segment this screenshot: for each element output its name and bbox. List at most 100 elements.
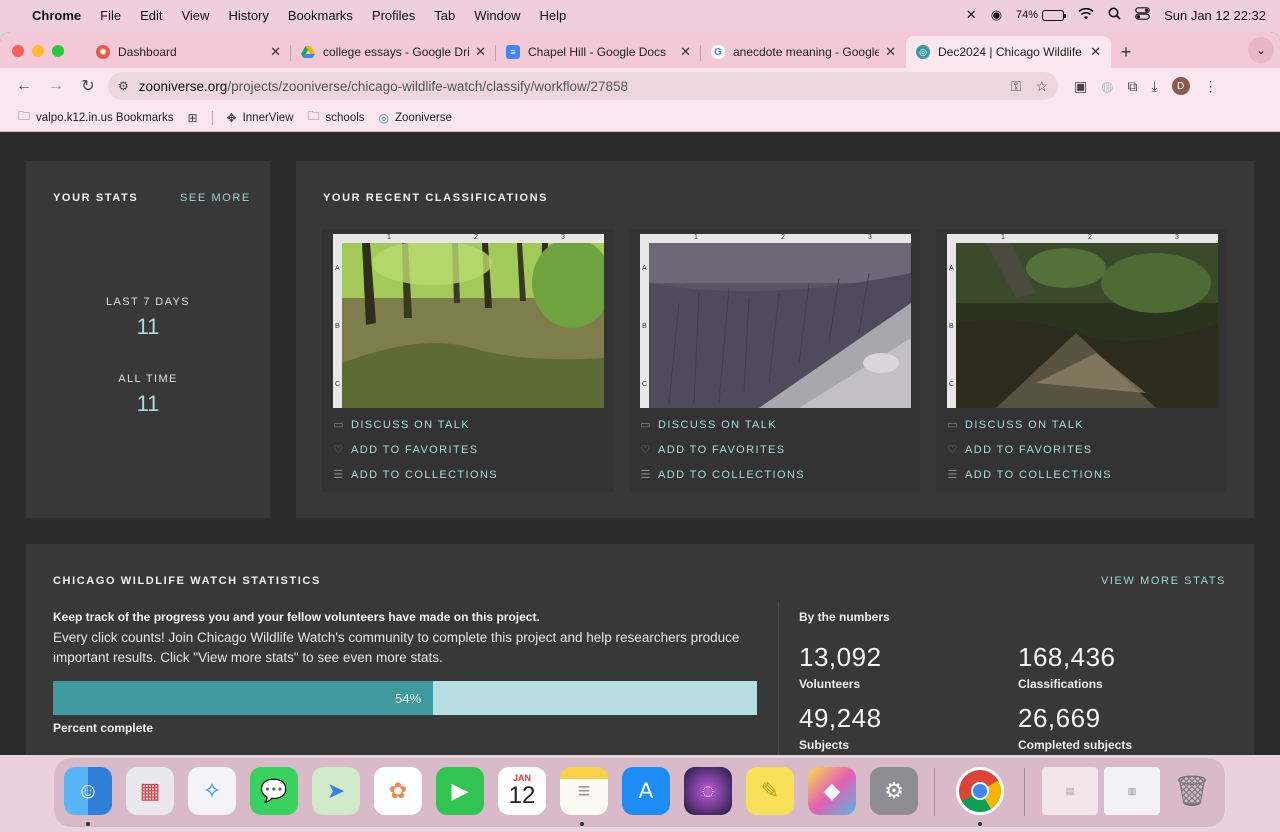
tab-search-button[interactable]: ⌄ [1248, 37, 1274, 63]
app-store-icon[interactable]: A [622, 767, 670, 815]
password-key-icon[interactable]: ⚿ [1011, 78, 1022, 95]
see-more-link[interactable]: SEE MORE [180, 192, 251, 204]
menu-bookmarks[interactable]: Bookmarks [288, 8, 353, 23]
maps-icon[interactable]: ➤ [312, 767, 360, 815]
tab-google-search[interactable]: G anecdote meaning - Google Search ✕ [701, 36, 906, 68]
menu-history[interactable]: History [228, 8, 268, 23]
tab-title: anecdote meaning - Google Search [733, 45, 880, 59]
menu-file[interactable]: File [100, 8, 121, 23]
extension-icon[interactable]: ▣ [1074, 78, 1087, 95]
close-tab-icon[interactable]: ✕ [680, 44, 691, 60]
freeform-icon[interactable]: ◆ [808, 767, 856, 815]
mute-icon[interactable]: ✕ [966, 7, 977, 23]
view-more-stats-link[interactable]: VIEW MORE STATS [1101, 575, 1226, 587]
minimized-window-thumbnail[interactable]: ▥ [1104, 767, 1160, 815]
system-settings-icon[interactable]: ⚙ [870, 767, 918, 815]
launchpad-icon[interactable]: ▦ [126, 767, 174, 815]
tab-google-drive[interactable]: college essays - Google Drive ✕ [291, 36, 496, 68]
bookmark-innerview[interactable]: ✥ InnerView [227, 111, 294, 125]
notes-icon[interactable]: ≡ [560, 767, 608, 815]
grid-row-labels: ABC [642, 265, 648, 388]
close-tab-icon[interactable]: ✕ [885, 44, 896, 60]
add-to-collections-button[interactable]: ☰ ADD TO COLLECTIONS [640, 468, 805, 482]
add-to-favorites-button[interactable]: ♡ ADD TO FAVORITES [947, 443, 1093, 457]
list-icon: ☰ [640, 469, 652, 481]
profile-avatar[interactable]: D [1171, 77, 1190, 95]
tab-google-docs[interactable]: ≡ Chapel Hill - Google Docs ✕ [496, 36, 701, 68]
camera-photo-frame[interactable]: 123 ABC [640, 234, 911, 408]
stickies-icon[interactable]: ✎ [746, 767, 794, 815]
menu-app-name[interactable]: Chrome [32, 8, 81, 23]
back-button[interactable]: ← [8, 77, 40, 95]
menu-profiles[interactable]: Profiles [372, 8, 415, 23]
chrome-menu-icon[interactable]: ⋮ [1204, 78, 1218, 95]
menu-edit[interactable]: Edit [140, 8, 162, 23]
classification-thumbnail: 123 ABC ▭ DISCUSS ON TALK ♡ ADD TO FAVOR… [629, 229, 920, 492]
close-tab-icon[interactable]: ✕ [1090, 44, 1101, 60]
menu-tab[interactable]: Tab [434, 8, 455, 23]
your-stats-title: YOUR STATS [53, 192, 139, 204]
control-center-icon[interactable] [1135, 7, 1150, 23]
bookmark-star-icon[interactable]: ☆ [1035, 78, 1048, 95]
zoom-window-button[interactable] [52, 45, 64, 57]
trash-icon[interactable]: 🗑 [1168, 767, 1216, 815]
apps-grid-button[interactable]: ⊞ [187, 111, 197, 125]
menu-help[interactable]: Help [540, 8, 567, 23]
menu-window[interactable]: Window [474, 8, 520, 23]
discuss-on-talk-button[interactable]: ▭ DISCUSS ON TALK [947, 418, 1084, 432]
add-to-favorites-button[interactable]: ♡ ADD TO FAVORITES [333, 443, 479, 457]
close-tab-icon[interactable]: ✕ [475, 44, 486, 60]
forward-button[interactable]: → [40, 77, 72, 95]
site-info-icon[interactable]: ⚙ [118, 79, 129, 93]
add-to-collections-button[interactable]: ☰ ADD TO COLLECTIONS [333, 468, 498, 482]
bookmark-schools[interactable]: 🗀 schools [308, 107, 365, 128]
reload-button[interactable]: ↻ [72, 76, 104, 96]
url-text[interactable]: zooniverse.org/projects/zooniverse/chica… [139, 79, 1011, 94]
tab-title: Chapel Hill - Google Docs [528, 45, 667, 59]
extension-icon-2[interactable]: ◍ [1101, 78, 1113, 95]
project-statistics-card: CHICAGO WILDLIFE WATCH STATISTICS VIEW M… [26, 544, 1254, 755]
new-tab-button[interactable]: + [1111, 36, 1141, 68]
recent-classifications-title: YOUR RECENT CLASSIFICATIONS [323, 192, 549, 204]
list-icon: ☰ [947, 469, 959, 481]
messages-icon[interactable]: 💬 [250, 767, 298, 815]
airplay-icon[interactable]: ◉ [991, 7, 1002, 23]
folder-icon: 🗀 [18, 109, 31, 123]
chrome-icon[interactable] [956, 767, 1004, 815]
bookmark-zooniverse[interactable]: ◎ Zooniverse [379, 111, 452, 125]
facetime-icon[interactable]: ▶ [436, 767, 484, 815]
wifi-icon[interactable] [1078, 7, 1094, 23]
tab-zooniverse[interactable]: ◎ Dec2024 | Chicago Wildlife Watch ✕ [906, 36, 1111, 68]
spotlight-search-icon[interactable] [1108, 7, 1121, 23]
innerview-icon: ✥ [226, 110, 237, 125]
extensions-puzzle-icon[interactable]: ⧉ [1127, 78, 1137, 95]
menubar-clock[interactable]: Sun Jan 12 22:32 [1164, 8, 1266, 23]
all-time-label: ALL TIME [118, 373, 178, 385]
minimized-window-thumbnail[interactable]: ▤ [1042, 767, 1098, 815]
camera-photo-frame[interactable]: 123 ABC [947, 234, 1218, 408]
discuss-on-talk-button[interactable]: ▭ DISCUSS ON TALK [333, 418, 470, 432]
safari-icon[interactable]: ✧ [188, 767, 236, 815]
volunteers-count: 13,092 [799, 642, 882, 672]
add-to-collections-button[interactable]: ☰ ADD TO COLLECTIONS [947, 468, 1112, 482]
camera-photo-frame[interactable]: 123 ABC [333, 234, 604, 408]
calendar-icon[interactable]: JAN 12 [498, 767, 546, 815]
close-tab-icon[interactable]: ✕ [270, 44, 281, 60]
minimize-window-button[interactable] [32, 45, 44, 57]
close-window-button[interactable] [12, 45, 24, 57]
finder-icon[interactable]: ☺ [64, 767, 112, 815]
discuss-on-talk-button[interactable]: ▭ DISCUSS ON TALK [640, 418, 777, 432]
battery-status[interactable]: 74% [1016, 9, 1067, 21]
menu-view[interactable]: View [181, 8, 209, 23]
bookmark-valpo[interactable]: 🗀 valpo.k12.in.us Bookmarks [18, 107, 173, 128]
siri-icon[interactable]: ◌ [684, 767, 732, 815]
tab-dashboard[interactable]: ✺ Dashboard ✕ [86, 36, 291, 68]
download-icon[interactable]: ⤓ [1151, 78, 1157, 95]
add-to-favorites-button[interactable]: ♡ ADD TO FAVORITES [640, 443, 786, 457]
forest-trail-photo [342, 243, 604, 408]
address-bar[interactable]: ⚙ zooniverse.org/projects/zooniverse/chi… [108, 72, 1058, 100]
progress-bar-fill: 54% [53, 681, 434, 715]
photos-icon[interactable]: ✿ [374, 767, 422, 815]
grid-row-labels: ABC [335, 265, 341, 388]
grid-column-labels: 123 [1001, 234, 1179, 241]
